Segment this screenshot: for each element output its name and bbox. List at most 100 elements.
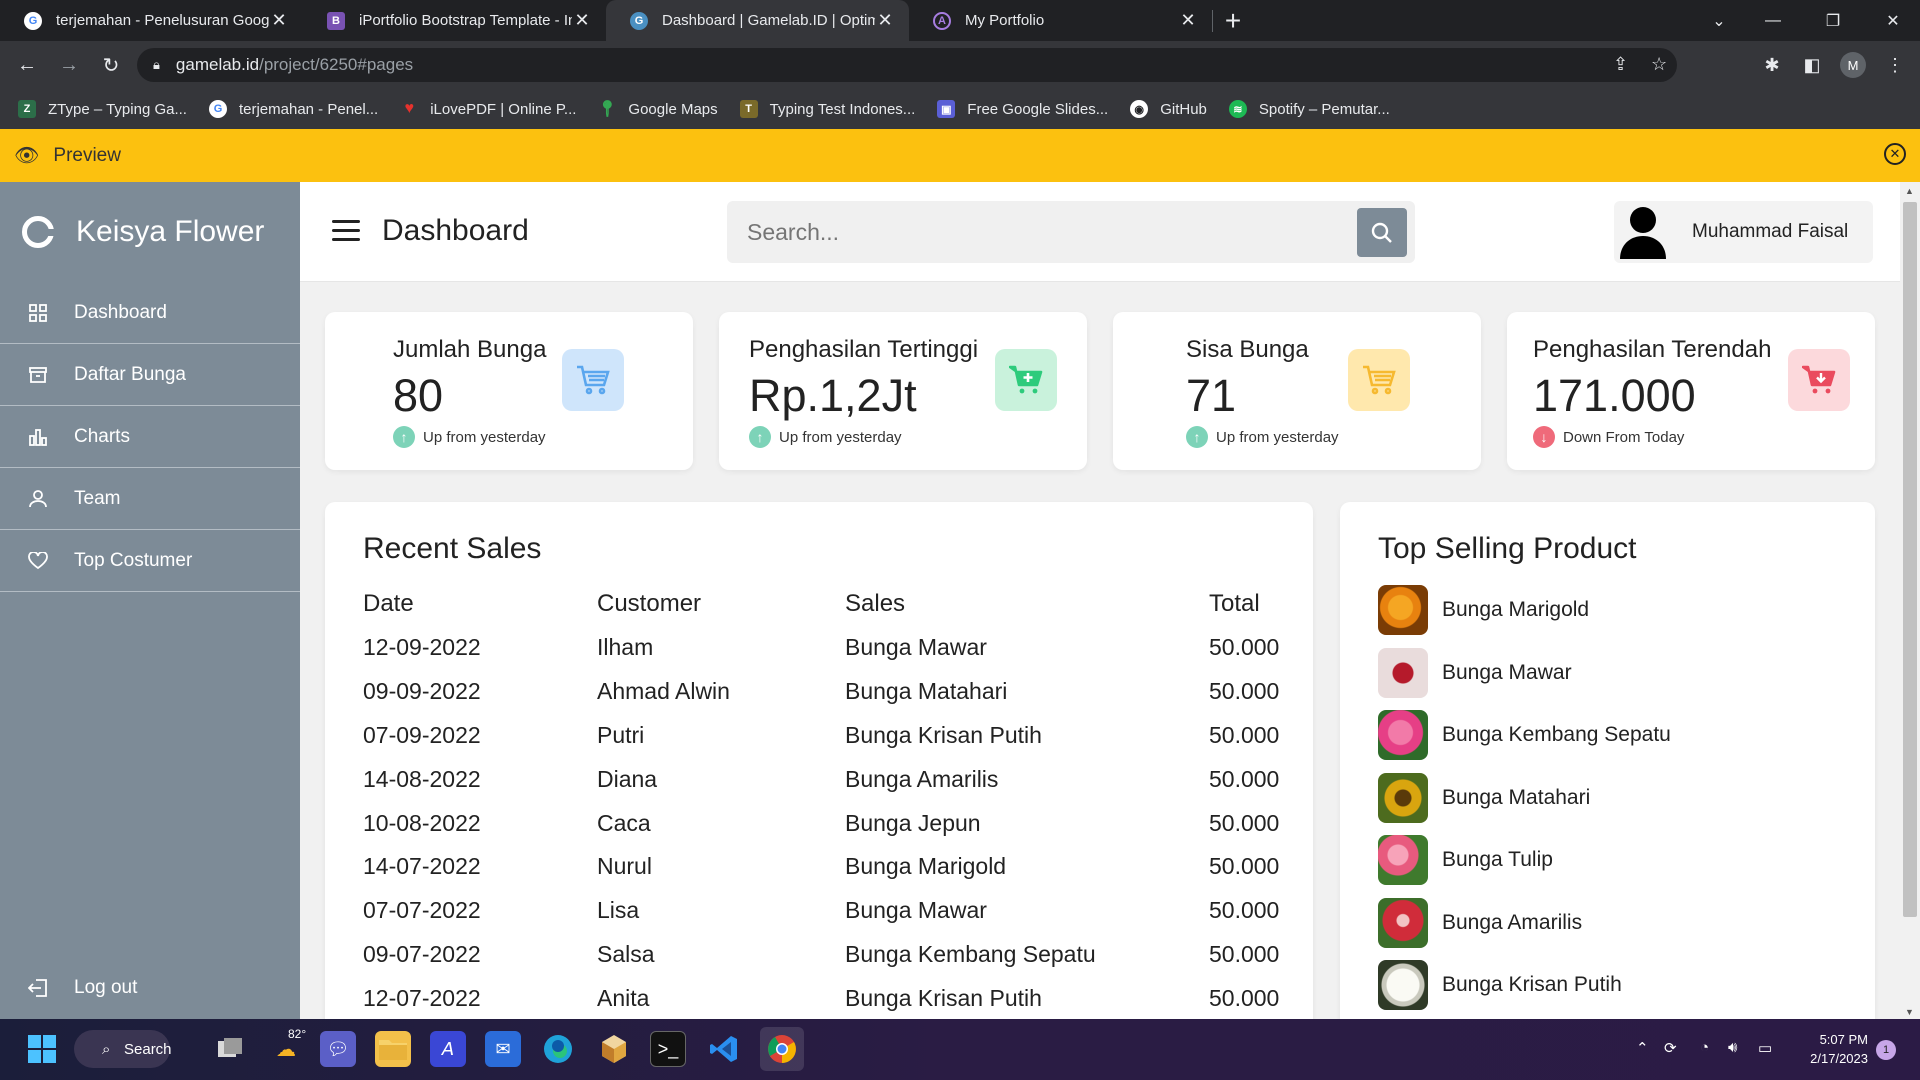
stat-label: Penghasilan Tertinggi [749, 336, 979, 363]
tab-my-portfolio[interactable]: A My Portfolio ✕ [909, 0, 1212, 41]
search-button[interactable] [1357, 208, 1407, 257]
cell-customer: Diana [597, 765, 658, 792]
forward-button[interactable]: → [54, 50, 84, 80]
sync-icon[interactable]: ⟳ [1664, 1039, 1677, 1057]
grid-icon [28, 303, 48, 323]
extensions-icon[interactable]: ✱ [1757, 50, 1787, 80]
sidebar-item-top-costumer[interactable]: Top Costumer [0, 530, 300, 592]
search-icon [1371, 222, 1392, 243]
weather-temp: 82° [288, 1027, 307, 1041]
tab-search-chevron-icon[interactable]: ⌄ [1692, 0, 1746, 41]
close-preview-icon[interactable]: ✕ [1884, 143, 1906, 165]
text-editor-icon[interactable]: 𝘈 [430, 1031, 466, 1067]
close-tab-icon[interactable]: ✕ [572, 10, 592, 31]
preview-label: Preview [53, 144, 121, 166]
search-input[interactable] [747, 218, 1327, 246]
back-button[interactable]: ← [12, 50, 42, 80]
product-item[interactable]: Bunga Kembang Sepatu [1378, 710, 1671, 760]
bookmark-github[interactable]: ◉ GitHub [1130, 100, 1207, 118]
chevron-up-icon[interactable]: ⌃ [1636, 1039, 1649, 1057]
scrollbar-thumb[interactable] [1903, 202, 1917, 917]
tab-title: My Portfolio [965, 12, 1045, 29]
bookmark-star-icon[interactable]: ☆ [1651, 54, 1667, 75]
file-explorer-icon[interactable] [375, 1031, 411, 1067]
minimize-button[interactable]: — [1746, 0, 1800, 41]
page-scrollbar[interactable]: ▲ ▼ [1900, 182, 1920, 1019]
bookmark-label: Google Maps [628, 100, 718, 118]
scroll-down-arrow-icon[interactable]: ▼ [1905, 1007, 1914, 1017]
url-path: /project/6250#pages [259, 55, 414, 74]
bookmark-google-slides[interactable]: ▣ Free Google Slides... [937, 100, 1108, 118]
bookmark-ilovepdf[interactable]: ♥ iLovePDF | Online P... [400, 100, 576, 118]
bookmark-label: ZType – Typing Ga... [48, 100, 187, 118]
volume-icon[interactable]: 🔊︎ [1728, 1039, 1737, 1056]
profile-avatar[interactable]: M [1840, 52, 1866, 78]
product-name: Bunga Marigold [1442, 598, 1590, 621]
windows-start-icon[interactable] [24, 1031, 60, 1067]
sidebar-item-daftar-bunga[interactable]: Daftar Bunga [0, 344, 300, 406]
product-item[interactable]: Bunga Amarilis [1378, 897, 1582, 948]
bookmark-google-maps[interactable]: 📍︎ Google Maps [597, 100, 718, 119]
restore-button[interactable]: ❐ [1806, 0, 1860, 41]
cell-sales: Bunga Krisan Putih [845, 984, 1042, 1011]
tab-iportfolio[interactable]: B iPortfolio Bootstrap Template - In ✕ [303, 0, 606, 41]
weather-icon[interactable]: ☁︎ 82° [268, 1027, 306, 1067]
sidebar-item-label: Team [74, 487, 121, 509]
share-icon[interactable]: ⇪ [1613, 54, 1628, 75]
mail-icon[interactable]: ✉︎ [485, 1031, 521, 1067]
product-item[interactable]: Bunga Matahari [1378, 772, 1590, 823]
close-tab-icon[interactable]: ✕ [1178, 10, 1198, 31]
logout-button[interactable]: Log out [0, 957, 300, 1019]
tab-google[interactable]: G terjemahan - Penelusuran Google ✕ [0, 0, 303, 41]
brand[interactable]: Keisya Flower [0, 182, 300, 282]
chrome-icon[interactable] [760, 1027, 804, 1071]
battery-icon[interactable]: ▭ [1758, 1039, 1772, 1057]
close-tab-icon[interactable]: ✕ [875, 10, 895, 31]
close-tab-icon[interactable]: ✕ [269, 10, 289, 31]
scroll-up-arrow-icon[interactable]: ▲ [1905, 186, 1914, 196]
stat-value: 171.000 [1533, 370, 1696, 421]
wifi-icon[interactable]: ◔ [1700, 1039, 1709, 1056]
product-item[interactable]: Bunga Krisan Putih [1378, 960, 1622, 1010]
bootstrap-icon: B [327, 11, 345, 30]
flower-thumbnail [1378, 647, 1428, 698]
sidebar-item-charts[interactable]: Charts [0, 406, 300, 468]
taskbar-search[interactable]: ⌕ Search [74, 1030, 172, 1068]
bookmark-spotify[interactable]: ≋ Spotify – Pemutar... [1228, 100, 1390, 118]
notification-badge[interactable]: 1 [1876, 1040, 1896, 1060]
terminal-icon[interactable]: >_ [650, 1031, 686, 1067]
user-profile[interactable]: Muhammad Faisal [1614, 201, 1873, 263]
map-pin-icon: 📍︎ [597, 101, 618, 118]
product-item[interactable]: Bunga Mawar [1378, 647, 1572, 698]
bookmark-ztype[interactable]: Z ZType – Typing Ga... [18, 100, 187, 118]
task-view-icon[interactable] [212, 1031, 248, 1067]
teams-chat-icon[interactable]: 💬︎ [320, 1031, 356, 1067]
tab-gamelab-dashboard[interactable]: G Dashboard | Gamelab.ID | Optimi ✕ [606, 0, 909, 41]
brand-name: Keisya Flower [76, 215, 265, 248]
product-item[interactable]: Bunga Marigold [1378, 585, 1589, 635]
cell-customer: Ilham [597, 634, 654, 661]
trend-text: Up from yesterday [779, 428, 902, 446]
side-panel-icon[interactable]: ◧ [1797, 50, 1827, 80]
windows-taskbar: ⌕ Search ☁︎ 82° 💬︎ 𝘈 ✉︎ >_ ⌃ ⟳ ◔ 🔊︎ ▭ 5:… [0, 1019, 1920, 1080]
bookmark-terjemahan[interactable]: Gterjemahan - Penel... [208, 100, 378, 118]
edge-browser-icon[interactable] [540, 1031, 576, 1067]
vscode-icon[interactable] [706, 1031, 742, 1067]
app-cube-icon[interactable] [596, 1031, 632, 1067]
sidebar-item-dashboard[interactable]: Dashboard [0, 282, 300, 344]
close-window-button[interactable]: ✕ [1866, 0, 1920, 41]
sidebar-item-team[interactable]: Team [0, 468, 300, 530]
tab-title: terjemahan - Penelusuran Google [56, 12, 269, 29]
system-clock[interactable]: 5:07 PM 2/17/2023 [1794, 1030, 1868, 1068]
sidebar-item-label: Charts [74, 425, 130, 447]
bookmark-typing-test[interactable]: T Typing Test Indones... [739, 100, 915, 118]
product-item[interactable]: Bunga Tulip [1378, 835, 1553, 885]
hamburger-menu-icon[interactable] [332, 220, 360, 242]
slides-icon: ▣ [937, 100, 956, 118]
logout-icon [28, 978, 48, 998]
app-viewport: Keisya Flower Dashboard Daftar Bunga Cha… [0, 182, 1920, 1019]
new-tab-button[interactable]: + [1213, 0, 1253, 41]
reload-button[interactable]: ↻ [96, 50, 126, 80]
menu-kebab-icon[interactable]: ⋮ [1880, 50, 1910, 80]
url-bar[interactable]: 🔒︎ gamelab.id/project/6250#pages ⇪ ☆ [137, 48, 1677, 82]
